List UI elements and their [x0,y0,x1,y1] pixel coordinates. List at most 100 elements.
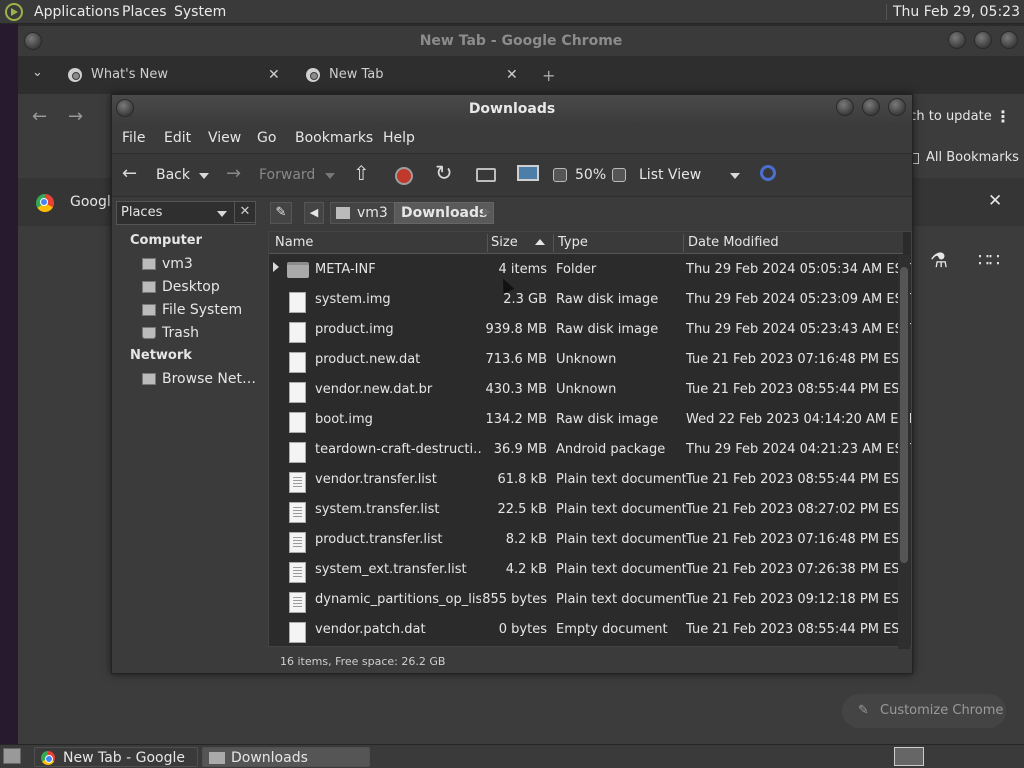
labs-flask-icon[interactable]: ⚗ [930,248,948,272]
distro-logo-icon[interactable] [5,3,23,21]
file-name: system.transfer.list [315,502,440,517]
menu-edit[interactable]: Edit [164,130,191,146]
close-tab-icon[interactable]: ✕ [506,62,518,88]
system-menu[interactable]: System [174,4,226,20]
window-menu-button[interactable] [24,32,42,50]
maximize-button[interactable] [862,98,880,116]
forward-history-dropdown-icon[interactable] [325,173,335,179]
back-arrow-icon[interactable]: ← [32,106,47,127]
file-type: Plain text document [556,562,687,577]
menu-file[interactable]: File [122,130,145,146]
view-mode-dropdown-icon[interactable] [730,173,740,179]
close-window-button[interactable] [1000,31,1018,49]
table-row[interactable]: vendor.new.dat.br 430.3 MB Unknown Tue 21 F… [269,375,908,405]
minimize-button[interactable] [836,98,854,116]
close-window-button[interactable] [888,98,906,116]
chrome-icon [306,68,320,82]
table-row[interactable]: vendor.patch.dat 0 bytes Empty document Tue… [269,615,908,645]
column-type[interactable]: Type [558,235,588,250]
reload-icon[interactable]: ↻ [435,163,453,184]
customize-chrome-button[interactable]: ✎ Customize Chrome [842,694,1006,728]
file-date: Tue 21 Feb 2023 08:55:44 PM EST [686,382,908,397]
table-row[interactable]: META-INF 4 items Folder Thu 29 Feb 2024 05:… [269,255,911,285]
task-chrome[interactable]: New Tab - Google ... [34,747,198,767]
table-row[interactable]: vendor.transfer.list 61.8 kB Plain text do… [269,465,908,495]
table-row[interactable]: product.new.dat 713.6 MB Unknown Tue 21 Feb… [269,345,908,375]
path-left-arrow-icon[interactable]: ◀ [304,202,324,224]
table-row[interactable]: dynamic_partitions_op_list 855 bytes Plain… [269,585,908,615]
sidebar-item-desktop[interactable]: Desktop [162,279,220,295]
chrome-titlebar[interactable]: New Tab - Google Chrome [18,26,1024,56]
customize-label: Customize Chrome [880,703,1004,718]
view-mode-select[interactable]: List View [639,167,701,183]
column-date-modified[interactable]: Date Modified [688,235,779,250]
tab-search-icon[interactable]: ⌄ [32,65,43,80]
table-row[interactable]: system.img 2.3 GB Raw disk image Thu 29 Feb… [269,285,911,315]
menu-help[interactable]: Help [383,130,415,146]
close-banner-icon[interactable]: ✕ [988,191,1002,211]
edit-location-icon[interactable]: ✎ [270,202,292,224]
file-icon [289,352,306,373]
workspace-switcher-icon[interactable] [894,747,924,766]
sidebar-item-file-system[interactable]: File System [162,302,242,318]
forward-arrow-icon[interactable]: → [68,106,83,127]
back-arrow-icon[interactable]: ← [122,164,137,184]
back-button[interactable]: Back [156,167,190,183]
forward-arrow-icon[interactable]: → [226,164,241,184]
menu-view[interactable]: View [208,130,241,146]
apps-grid-icon[interactable]: ∷∷ [978,250,1000,271]
menu-go[interactable]: Go [257,130,276,146]
tab-label: What's New [91,67,168,82]
sidebar-item-trash[interactable]: Trash [162,325,199,341]
minimize-button[interactable] [948,31,966,49]
tab-whats-new[interactable]: What's New ✕ [58,62,290,94]
file-size: 2.3 GB [503,292,547,307]
file-manager-titlebar[interactable]: Downloads [112,95,912,123]
file-date: Tue 21 Feb 2023 09:12:18 PM EST [686,592,908,607]
clock[interactable]: Thu Feb 29, 05:23 [885,4,1020,20]
stop-icon[interactable] [395,167,413,185]
show-desktop-icon[interactable] [3,748,21,764]
back-history-dropdown-icon[interactable] [199,173,209,179]
status-bar: 16 items, Free space: 26.2 GB [280,655,446,668]
chrome-menu-icon[interactable]: ⋮ [995,107,1011,126]
zoom-in-icon[interactable] [612,168,626,182]
task-downloads[interactable]: Downloads [202,747,370,767]
expand-arrow-icon[interactable] [273,262,279,272]
file-type: Plain text document [556,592,687,607]
table-row[interactable]: product.img 939.8 MB Raw disk image Thu 29 … [269,315,911,345]
table-row[interactable]: boot.img 134.2 MB Raw disk image Wed 22 Feb… [269,405,911,435]
path-right-arrow-icon[interactable]: ▶ [480,202,494,224]
search-icon[interactable] [760,165,776,181]
table-row[interactable]: system_ext.transfer.list 4.2 kB Plain text… [269,555,908,585]
close-tab-icon[interactable]: ✕ [268,62,280,88]
places-menu[interactable]: Places [122,4,167,20]
table-row[interactable]: product.transfer.list 8.2 kB Plain text do… [269,525,908,555]
scrollbar-thumb[interactable] [900,267,908,563]
scrollbar[interactable] [898,255,910,649]
sidebar-item-browse-network[interactable]: Browse Net… [162,371,256,387]
zoom-out-icon[interactable] [553,168,567,182]
column-name[interactable]: Name [275,235,313,250]
forward-button[interactable]: Forward [259,167,315,183]
file-name: boot.img [315,412,373,427]
update-button-label[interactable]: nch to update [901,109,992,124]
zoom-level[interactable]: 50% [575,167,606,183]
sidebar-item-vm3[interactable]: vm3 [162,256,193,272]
menu-bookmarks[interactable]: Bookmarks [295,130,373,146]
up-arrow-icon[interactable]: ⇧ [353,163,370,183]
file-name: system_ext.transfer.list [315,562,467,577]
table-row[interactable]: teardown-craft-destructi… 36.9 MB Android … [269,435,911,465]
home-folder-icon[interactable] [476,168,496,182]
tab-new-tab[interactable]: New Tab ✕ [296,62,526,94]
close-sidebar-icon[interactable]: ✕ [234,201,256,223]
maximize-button[interactable] [974,31,992,49]
table-row[interactable]: system.transfer.list 22.5 kB Plain text do… [269,495,908,525]
window-menu-button[interactable] [116,99,134,117]
applications-menu[interactable]: Applications [34,4,120,20]
all-bookmarks-button[interactable]: All Bookmarks [926,150,1019,165]
task-label: Downloads [231,750,308,766]
column-size[interactable]: Size [491,235,518,250]
computer-icon[interactable] [517,165,539,181]
new-tab-icon[interactable]: + [542,66,555,85]
